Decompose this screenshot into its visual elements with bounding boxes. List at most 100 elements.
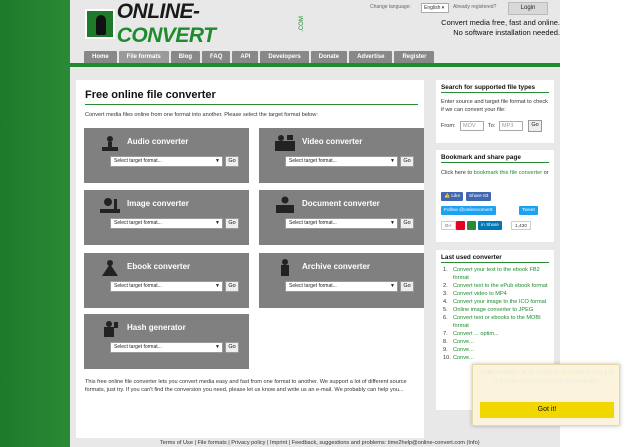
search-panel-text: Enter source and target file format to c… — [441, 99, 548, 113]
nav-developers[interactable]: Developers — [260, 51, 309, 63]
bookmark-share-panel: Bookmark and share page Click here to bo… — [436, 150, 554, 242]
converter-title: Video converter — [302, 137, 363, 146]
linkedin-icon: in — [481, 223, 485, 228]
document-format-select[interactable]: Select target format... ▼ — [285, 218, 398, 229]
chevron-down-icon: ▼ — [215, 283, 220, 289]
converter-title: Hash generator — [127, 323, 186, 332]
to-format-input[interactable]: MP3 — [499, 121, 523, 131]
image-format-select[interactable]: Select target format... ▼ — [110, 218, 223, 229]
archive-icon — [281, 259, 289, 276]
nav-faq[interactable]: FAQ — [202, 51, 231, 63]
nav-file-formats[interactable]: File formats — [118, 51, 169, 63]
facebook-like-button[interactable]: 👍 Like — [441, 192, 464, 201]
video-icon — [275, 135, 295, 151]
converter-title: Archive converter — [302, 262, 371, 271]
image-icon — [100, 198, 120, 213]
nav-register[interactable]: Register — [394, 51, 435, 63]
linkedin-share-button[interactable]: in Share — [478, 221, 502, 230]
video-converter-box: Video converter Select target format... ▼… — [259, 128, 424, 183]
search-go-button[interactable]: Go — [528, 120, 542, 132]
cookie-accept-button[interactable]: Got it! — [480, 402, 614, 418]
converter-title: Ebook converter — [127, 262, 191, 271]
from-label: From: — [441, 123, 456, 129]
list-item[interactable]: 9. Conve... — [443, 346, 551, 354]
nav-blog[interactable]: Blog — [170, 51, 201, 63]
intro-text: Convert media files online from one form… — [85, 112, 318, 118]
video-format-select[interactable]: Select target format... ▼ — [285, 156, 398, 167]
cookie-notice: This website uses cookies to ensure you … — [472, 364, 620, 426]
footer-links[interactable]: Terms of Use | File formats | Privacy po… — [160, 440, 480, 446]
chevron-down-icon: ▼ — [390, 220, 395, 226]
document-converter-box: Document converter Select target format.… — [259, 190, 424, 245]
image-go-button[interactable]: Go — [225, 218, 239, 229]
login-button[interactable]: Login — [508, 2, 548, 15]
already-registered-label: Already registered? — [453, 4, 497, 10]
main-content: Free online file converter Convert media… — [76, 80, 424, 438]
twitter-follow-button[interactable]: Follow @onlineconvert — [441, 206, 496, 215]
chevron-down-icon: ▾ — [441, 5, 445, 11]
change-language-label: Change language: — [370, 4, 411, 10]
audio-icon — [102, 136, 118, 151]
ebook-format-select[interactable]: Select target format... ▼ — [110, 281, 223, 292]
nav-underline — [70, 63, 560, 67]
list-item[interactable]: 8. Conve... — [443, 338, 551, 346]
audio-converter-box: Audio converter Select target format... ▼… — [84, 128, 249, 183]
last-used-list: 1. Convert your text to the ebook FB2 for… — [443, 266, 551, 362]
title-divider — [85, 104, 418, 105]
ebook-go-button[interactable]: Go — [225, 281, 239, 292]
tweet-button[interactable]: Tweet — [519, 206, 538, 215]
list-item[interactable]: 4. Convert your image to the ICO format — [443, 298, 551, 306]
chevron-down-icon: ▼ — [390, 283, 395, 289]
bookmark-text: Click here to bookmark this file convert… — [441, 170, 549, 176]
archive-go-button[interactable]: Go — [400, 281, 414, 292]
video-go-button[interactable]: Go — [400, 156, 414, 167]
list-item[interactable]: 2. Convert text to the ePub ebook format — [443, 282, 551, 290]
description-text: This free online file converter lets you… — [85, 379, 407, 393]
facebook-share-button[interactable]: Share 83 — [466, 192, 492, 201]
thumbs-up-icon: 👍 — [444, 194, 450, 199]
audio-go-button[interactable]: Go — [225, 156, 239, 167]
list-item[interactable]: 6. Convert text or ebooks to the MOBI for… — [443, 314, 551, 330]
site-logo[interactable]: ONLINE-CONVERT .COM — [85, 0, 310, 47]
reddit-icon[interactable] — [467, 221, 476, 230]
nav-advertise[interactable]: Advertise — [349, 51, 393, 63]
page-title: Free online file converter — [85, 89, 216, 101]
chevron-down-icon: ▼ — [390, 158, 395, 164]
cookie-text: This website uses cookies to ensure you … — [480, 369, 614, 385]
bookmark-link[interactable]: bookmark this file converter — [474, 170, 542, 176]
list-item[interactable]: 7. Convert ... optim... — [443, 330, 551, 338]
hash-go-button[interactable]: Go — [225, 342, 239, 353]
chevron-down-icon: ▼ — [215, 158, 220, 164]
share-count: 1,430 — [511, 221, 532, 230]
nav-api[interactable]: API — [232, 51, 259, 63]
converter-title: Audio converter — [127, 137, 189, 146]
google-plus-icon[interactable]: G+ — [441, 221, 456, 230]
language-select[interactable]: English ▾ — [421, 3, 449, 13]
archive-format-select[interactable]: Select target format... ▼ — [285, 281, 398, 292]
list-item[interactable]: 3. Convert video to MP4 — [443, 290, 551, 298]
chevron-down-icon: ▼ — [215, 344, 220, 350]
list-item[interactable]: 1. Convert your text to the ebook FB2 for… — [443, 266, 551, 282]
converter-title: Image converter — [127, 199, 189, 208]
last-used-title: Last used converter — [441, 254, 502, 261]
logo-com: .COM — [299, 16, 306, 32]
list-item[interactable]: 5. Online image converter to JPEG — [443, 306, 551, 314]
panel-divider — [441, 92, 549, 93]
list-item[interactable]: 10. Conve... — [443, 354, 551, 362]
pinterest-icon[interactable] — [456, 221, 465, 230]
image-converter-box: Image converter Select target format... ▼… — [84, 190, 249, 245]
document-go-button[interactable]: Go — [400, 218, 414, 229]
search-panel-title: Search for supported file types — [441, 84, 536, 91]
from-format-input[interactable]: MOV — [460, 121, 484, 131]
ebook-icon — [102, 260, 118, 276]
hash-format-select[interactable]: Select target format... ▼ — [110, 342, 223, 353]
archive-converter-box: Archive converter Select target format..… — [259, 253, 424, 308]
main-nav: Home File formats Blog FAQ API Developer… — [84, 51, 435, 63]
nav-donate[interactable]: Donate — [310, 51, 348, 63]
nav-home[interactable]: Home — [84, 51, 117, 63]
logo-figure-icon — [85, 9, 115, 39]
search-file-types-panel: Search for supported file types Enter so… — [436, 80, 554, 143]
hash-icon — [104, 321, 118, 337]
panel-divider — [441, 162, 549, 163]
audio-format-select[interactable]: Select target format... ▼ — [110, 156, 223, 167]
